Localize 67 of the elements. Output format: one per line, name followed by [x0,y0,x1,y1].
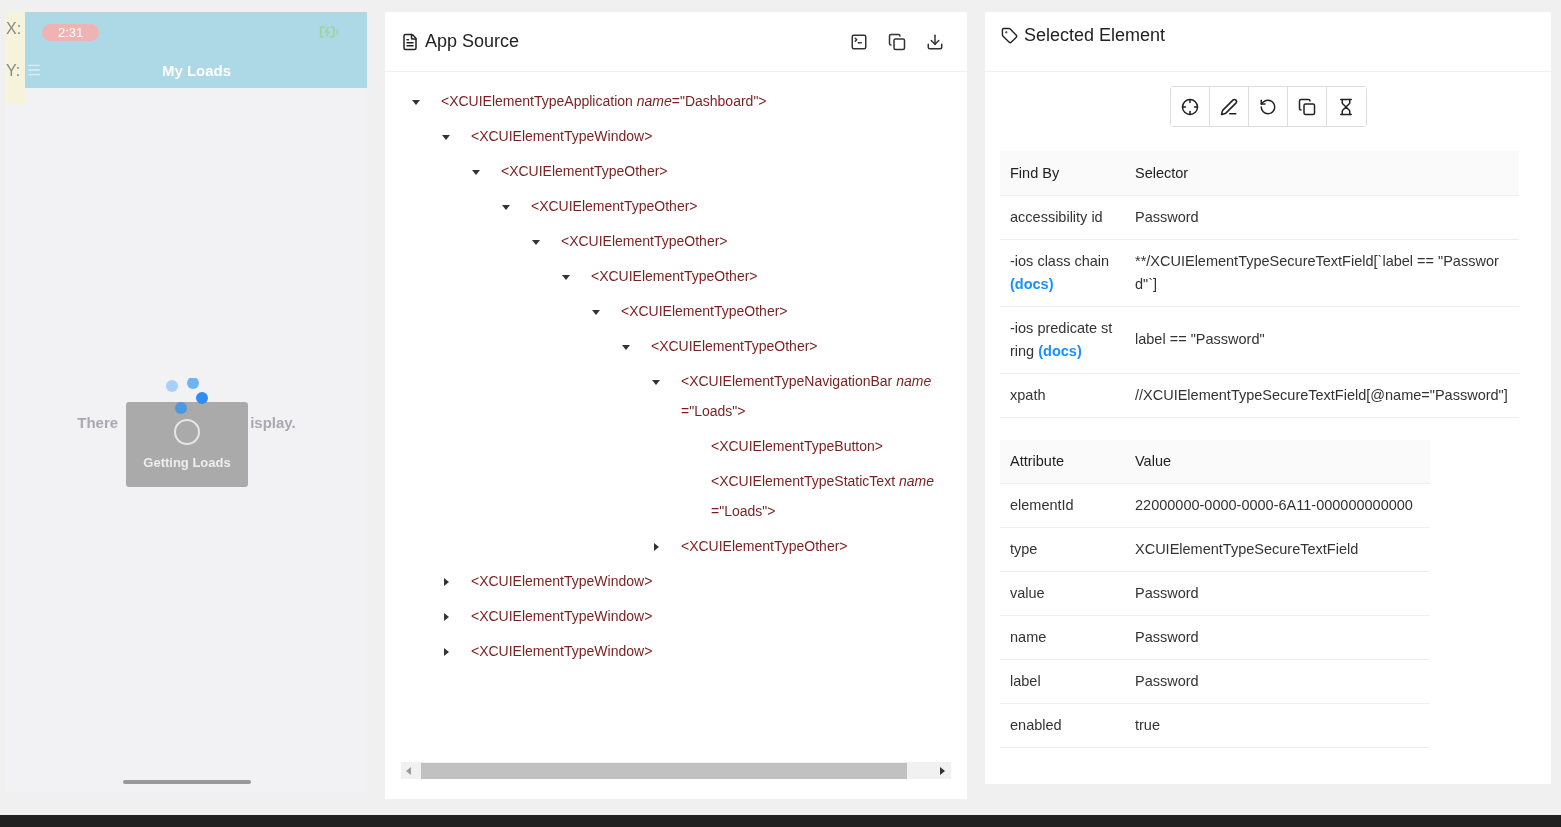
terminal-icon [850,32,868,51]
table-cell: Password [1125,195,1519,239]
column-header: Find By [1000,151,1125,195]
coordinate-label: Y: [6,62,22,80]
table-cell: label [1000,659,1125,704]
empty-message: isplay. [250,413,296,431]
tap-button[interactable] [1170,87,1210,126]
panel-title: App Source [425,31,521,52]
refresh-icon [1258,97,1277,116]
table-cell: 22000000-0000-0000-6A11-000000000000 [1125,483,1430,528]
tree-node[interactable]: <XCUIElementTypeStaticText name="Loads"> [711,464,940,529]
menu-icon [26,62,42,78]
table-cell: elementId [1000,483,1125,528]
tree-node[interactable]: <XCUIElementTypeOther> [621,294,788,329]
table-cell: Password [1125,615,1430,660]
spinner-icon [172,417,202,447]
table-cell: -ios predicate string (docs) [1000,306,1125,373]
table-cell: Password [1125,571,1430,616]
tree-node[interactable]: <XCUIElementTypeOther> [561,224,728,259]
caret-icon[interactable] [651,541,661,552]
caret-icon[interactable] [441,611,451,622]
table-cell: enabled [1000,703,1125,748]
table-cell: //XCUIElementTypeSecureTextField[@name="Password"] [1125,373,1519,417]
copy-icon [888,32,906,51]
nav-title: My Loads [161,61,232,79]
tag-icon [1001,27,1018,44]
column-header: Attribute [1000,439,1125,484]
hourglass-icon [1337,97,1355,116]
table-cell: Password [1125,659,1430,704]
tree-node[interactable]: <XCUIElementTypeOther> [531,189,698,224]
crosshair-icon [1180,97,1199,116]
copy-icon [1297,97,1316,116]
empty-message: There [77,413,119,431]
panel-title: Selected Element [1024,25,1167,46]
tree-node[interactable]: <XCUIElementTypeButton> [711,429,883,464]
caret-icon[interactable] [441,646,451,657]
table-cell: -ios class chain (docs) [1000,239,1125,306]
table-cell: value [1000,571,1125,616]
table-cell: accessibility id [1000,195,1125,239]
tree-node[interactable]: <XCUIElementTypeApplication name="Dashboard"> [441,84,767,119]
download-icon [926,32,944,51]
scroll-right-icon[interactable] [940,766,946,775]
tree-node[interactable]: <XCUIElementTypeOther> [681,529,848,564]
horizontal-scrollbar[interactable] [401,762,951,779]
column-header: Selector [1125,151,1519,195]
tree-node[interactable]: <XCUIElementTypeWindow> [471,119,653,154]
tree-node[interactable]: <XCUIElementTypeNavigationBar name="Loads"> [681,364,940,429]
table-cell: xpath [1000,373,1125,417]
table-cell: **/XCUIElementTypeSecureTextField[`label == "Password"`] [1125,239,1519,306]
tree-node[interactable]: <XCUIElementTypeOther> [651,329,818,364]
table-cell: type [1000,527,1125,572]
table-cell: true [1125,703,1430,748]
loading-text: Getting Loads [143,455,231,470]
status-time: 2:31 [42,23,100,41]
document-icon [401,32,419,51]
tree-node[interactable]: <XCUIElementTypeWindow> [471,599,653,634]
tree-node[interactable]: <XCUIElementTypeOther> [591,259,758,294]
caret-icon[interactable] [441,576,451,587]
tree-node[interactable]: <XCUIElementTypeWindow> [471,564,653,599]
tree-node[interactable]: <XCUIElementTypeOther> [501,154,668,189]
table-cell: XCUIElementTypeSecureTextField [1125,527,1430,572]
pencil-icon [1219,97,1238,116]
coordinate-label: X: [6,20,23,38]
table-cell: name [1000,615,1125,660]
column-header: Value [1125,439,1430,484]
table-cell: label == "Password" [1125,306,1519,373]
tree-node[interactable]: <XCUIElementTypeWindow> [471,634,653,669]
